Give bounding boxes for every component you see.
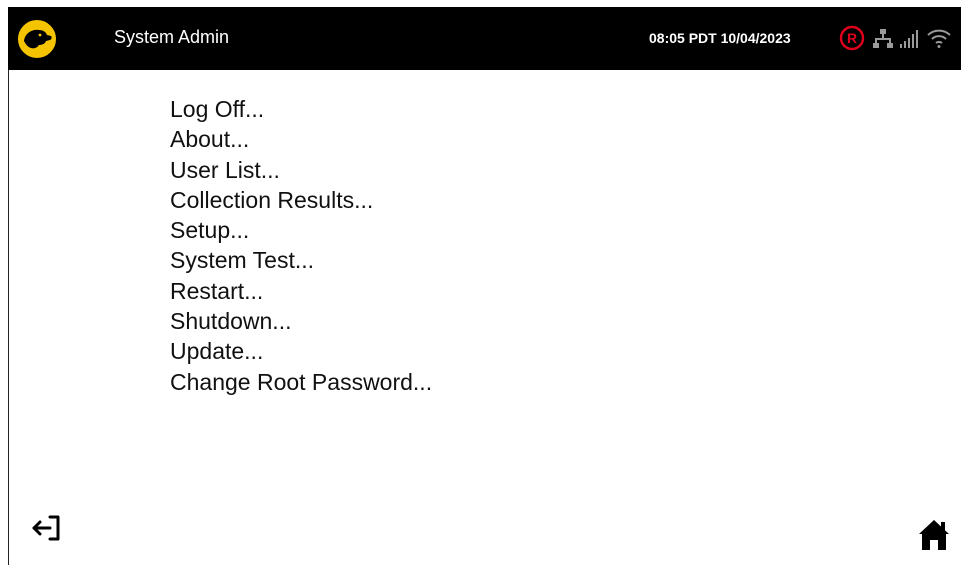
menu-item-change-root-password[interactable]: Change Root Password... [170,359,432,405]
svg-text:R: R [847,30,857,46]
registered-icon: R [839,25,865,51]
header-bar: System Admin 08:05 PDT 10/04/2023 R [8,7,961,70]
wifi-icon [927,29,951,48]
network-icon [873,29,893,48]
signal-icon [900,30,918,48]
admin-menu: Log Off... About... User List... Collect… [170,86,432,405]
dog-logo-icon[interactable] [15,17,59,61]
left-border [8,70,9,565]
exit-icon[interactable] [30,513,66,543]
datetime-display: 08:05 PDT 10/04/2023 [649,30,791,46]
home-icon[interactable] [917,518,951,552]
page-title: System Admin [114,27,230,47]
